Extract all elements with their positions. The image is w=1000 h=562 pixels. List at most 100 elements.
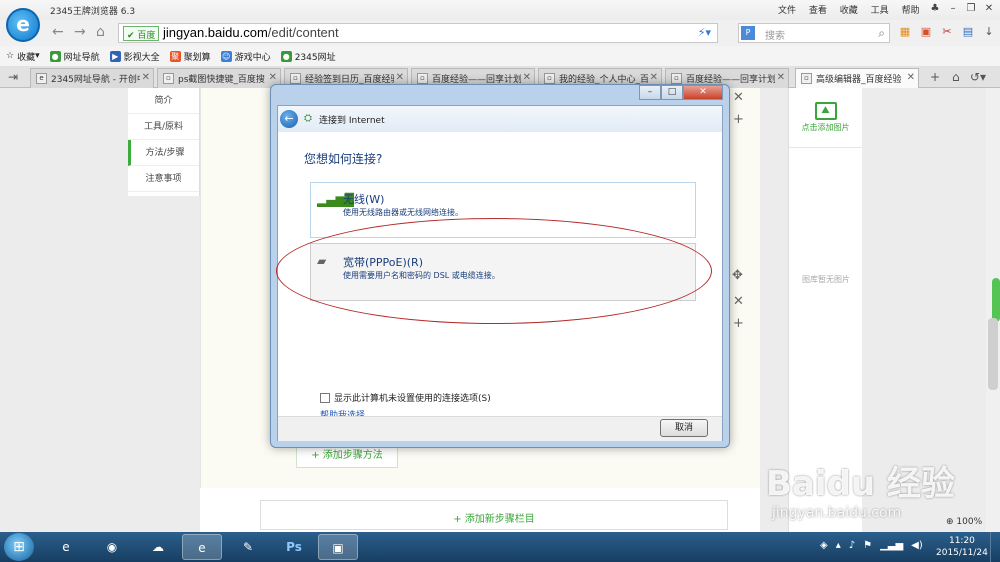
close-tab-icon[interactable]: ✕ [393, 72, 404, 83]
clock[interactable]: 11:20 2015/11/24 [936, 535, 988, 559]
signal-icon[interactable]: ▁▃▅ [880, 540, 903, 551]
menu-file[interactable]: 文件 [778, 6, 796, 16]
option-broadband-pppoe[interactable]: ▰ 宽带(PPPoE)(R) 使用需要用户名和密码的 DSL 或电缆连接。 [310, 243, 696, 301]
forward-arrow-icon[interactable]: → [74, 24, 86, 40]
search-icon[interactable]: ⌕ [878, 26, 885, 41]
modem-icon: ▰ [317, 254, 327, 268]
close-tab-icon[interactable]: ✕ [904, 72, 915, 83]
nav-icon: ● [49, 50, 61, 62]
page-icon: ▫ [417, 73, 428, 84]
scrollbar-thumb[interactable] [988, 318, 998, 390]
move-icon[interactable]: ✥ [732, 268, 743, 283]
bookmark-item[interactable]: ● 2345网址 [280, 50, 336, 63]
page-icon: ▫ [163, 73, 174, 84]
speaker-icon[interactable]: ♪ [849, 540, 855, 551]
show-options-checkbox[interactable]: 显示此计算机未设置使用的连接选项(S) [320, 391, 491, 404]
network-dialog-icon[interactable]: ▣ [318, 534, 358, 560]
add-icon[interactable]: + [733, 316, 744, 331]
page-scrollbar[interactable] [986, 88, 1000, 532]
active-browser-icon[interactable]: e [182, 534, 222, 560]
minimize-button[interactable]: – [946, 2, 960, 16]
menu-tools[interactable]: 工具 [871, 6, 889, 16]
close-icon[interactable]: ✕ [733, 294, 744, 309]
menu-favorites[interactable]: 收藏 [840, 6, 858, 16]
browser-2345-icon[interactable]: ◉ [92, 534, 132, 560]
back-arrow-icon[interactable]: ← [52, 24, 64, 40]
tab-item[interactable]: e 2345网址导航 - 开创中 ✕ [30, 68, 154, 88]
nav-notes[interactable]: 注意事项 [128, 166, 199, 192]
bookmark-item[interactable]: ▶ 影视大全 [109, 50, 160, 63]
url-text[interactable]: jingyan.baidu.com/edit/content [163, 25, 339, 40]
lock-icon[interactable]: ⌂ [952, 70, 960, 84]
shield-icon[interactable]: ◈ [820, 540, 828, 551]
flag-icon[interactable]: ⚑ [863, 540, 872, 551]
new-tab-icon[interactable]: + [930, 70, 940, 84]
option-wireless[interactable]: ▂▄▆█ 无线(W) 使用无线路由器或无线网络连接。 [310, 182, 696, 238]
checkbox-box[interactable] [320, 392, 330, 403]
search-box[interactable]: P 搜索 ⌕ [738, 23, 890, 43]
back-arrow-icon[interactable]: ← [280, 110, 298, 128]
photoshop-icon[interactable]: Ps [274, 534, 314, 560]
bookmark-item[interactable]: ☺ 游戏中心 [220, 50, 271, 63]
download-icon[interactable]: ↓ [982, 25, 996, 39]
close-tab-icon[interactable]: ✕ [647, 72, 658, 83]
zoom-level[interactable]: ⊕ 100% [946, 517, 982, 527]
feedback-tab[interactable] [992, 278, 1000, 322]
home-icon[interactable]: ⌂ [96, 24, 105, 40]
skin-icon[interactable]: ♣ [928, 2, 942, 16]
show-desktop-button[interactable] [990, 532, 1000, 562]
wireless-signal-icon: ▂▄▆█ [317, 193, 354, 207]
close-button[interactable]: ✕ [982, 2, 996, 16]
window-icon[interactable]: ▤ [961, 25, 975, 39]
menu-help[interactable]: 帮助 [902, 6, 920, 16]
bookmark-item[interactable]: ● 网址导航 [49, 50, 100, 63]
shield-check-icon: ✔ [127, 31, 135, 41]
dialog-maximize-button[interactable]: □ [661, 85, 683, 100]
apps-icon[interactable]: ▦ [898, 25, 912, 39]
add-section-button[interactable]: + 添加新步骤栏目 [260, 500, 728, 530]
nav-steps[interactable]: 方法/步骤 [128, 140, 199, 166]
undo-close-icon[interactable]: ↺▾ [970, 70, 986, 84]
close-icon[interactable]: ✕ [733, 90, 744, 105]
close-tab-icon[interactable]: ✕ [520, 72, 531, 83]
tab-item[interactable]: ▫ ps截图快捷键_百度搜 ✕ [157, 68, 281, 88]
taskbar: ⊞ e ◉ ☁ e ✎ Ps ▣ ◈ ▴ ♪ ⚑ ▁▃▅ ◀) 11:20 20… [0, 532, 1000, 562]
bookmark-item[interactable]: 聚聚划算 [169, 50, 211, 63]
close-tab-icon[interactable]: ✕ [139, 72, 150, 83]
address-bar[interactable]: ✔ 百度 jingyan.baidu.com/edit/content ⚡▾ [118, 23, 718, 43]
menu-view[interactable]: 查看 [809, 6, 827, 16]
menu-bar: 文件 查看 收藏 工具 帮助 [778, 3, 930, 16]
search-placeholder: 搜索 [765, 31, 785, 42]
page-icon: ▫ [290, 73, 301, 84]
page-icon: ▫ [671, 73, 682, 84]
favorites-menu[interactable]: ☆ 收藏 ▾ [6, 50, 40, 63]
add-icon[interactable]: + [733, 112, 744, 127]
dialog-close-button[interactable]: ✕ [683, 85, 723, 100]
paint-icon[interactable]: ✎ [228, 534, 268, 560]
dialog-minimize-button[interactable]: – [639, 85, 661, 100]
speed-mode-icon[interactable]: ⚡▾ [698, 26, 711, 39]
connect-internet-dialog: – □ ✕ ← ⛭ 连接到 Internet 您想如何连接? ▂▄▆█ 无线(W… [270, 84, 730, 448]
section-nav: 简介 工具/原料 方法/步骤 注意事项 [128, 88, 200, 196]
restore-button[interactable]: ❐ [964, 2, 978, 16]
tab-item-active[interactable]: ▫ 高级编辑器_百度经验 ✕ [795, 68, 919, 88]
deal-icon: 聚 [169, 50, 181, 62]
image-icon[interactable]: ▣ [919, 25, 933, 39]
video-icon: ▶ [109, 50, 121, 62]
cloud-icon[interactable]: ☁ [138, 534, 178, 560]
cut-icon[interactable]: ✂ [940, 25, 954, 39]
ie-icon[interactable]: e [46, 534, 86, 560]
tab-list-icon[interactable]: ⇥ [8, 70, 18, 84]
site-icon: ● [280, 50, 292, 62]
add-image-button[interactable]: ⛰ 点击添加图片 [789, 88, 862, 148]
nav-intro[interactable]: 简介 [128, 88, 199, 114]
volume-icon[interactable]: ◀) [911, 540, 923, 551]
cancel-button[interactable]: 取消 [660, 419, 708, 437]
star-icon: ☆ [6, 51, 15, 61]
start-button[interactable]: ⊞ [4, 533, 34, 561]
nav-tools[interactable]: 工具/原料 [128, 114, 199, 140]
close-tab-icon[interactable]: ✕ [774, 72, 785, 83]
arrow-up-icon[interactable]: ▴ [836, 540, 841, 551]
close-tab-icon[interactable]: ✕ [266, 72, 277, 83]
search-engine-icon[interactable]: P [741, 26, 755, 40]
